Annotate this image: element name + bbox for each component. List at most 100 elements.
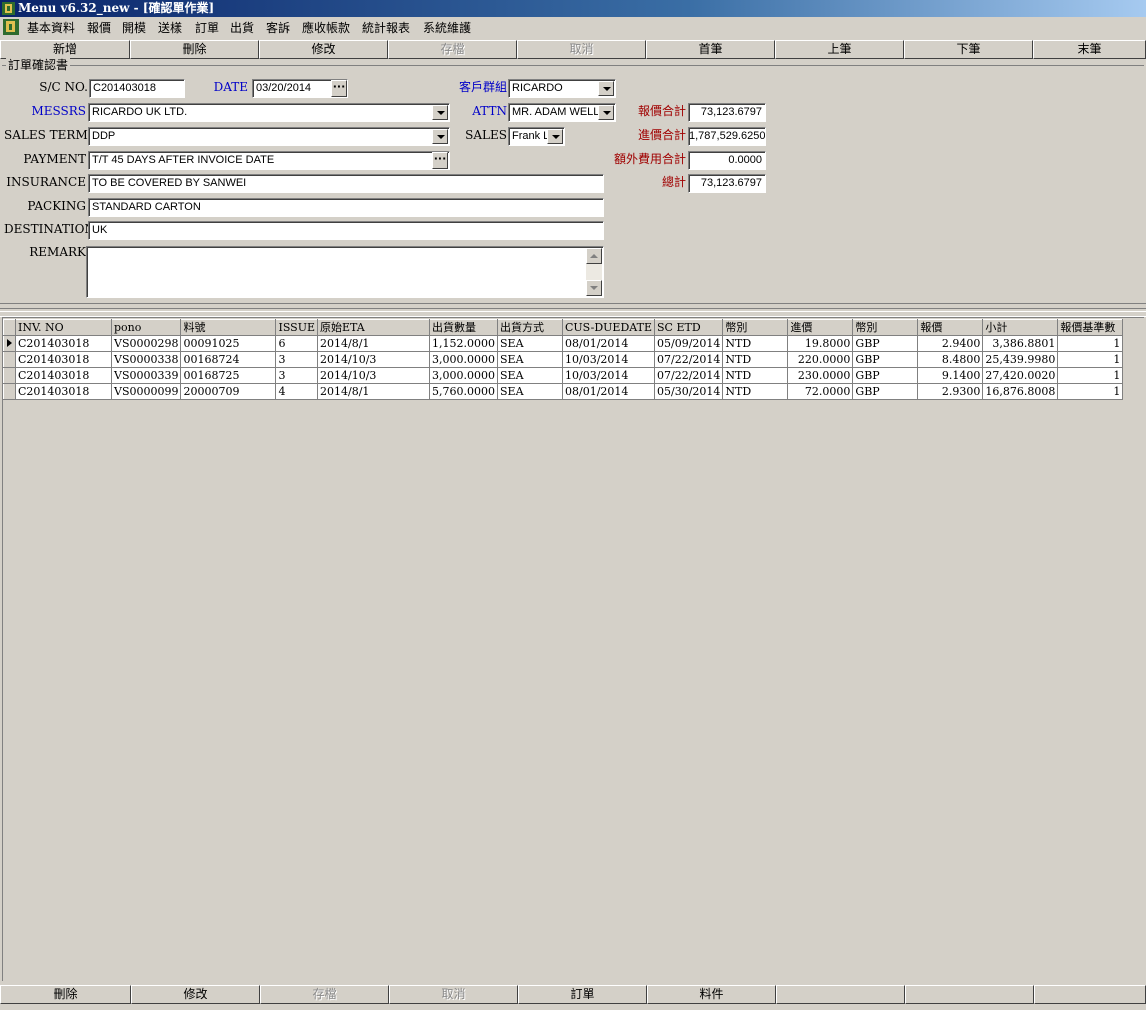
packing-field[interactable]: STANDARD CARTON: [88, 198, 604, 217]
blank-button-2[interactable]: [905, 985, 1034, 1004]
menu-order[interactable]: 訂單: [195, 20, 219, 36]
table-cell[interactable]: 6: [275, 335, 319, 352]
table-cell[interactable]: GBP: [852, 367, 919, 384]
column-header[interactable]: 出貨數量: [429, 319, 498, 336]
payment-picker-button[interactable]: ···: [432, 152, 448, 169]
table-cell[interactable]: 220.0000: [787, 351, 854, 368]
table-cell[interactable]: 05/30/2014: [654, 383, 724, 400]
table-cell[interactable]: 9.1400: [917, 367, 984, 384]
table-cell[interactable]: 07/22/2014: [654, 367, 724, 384]
table-cell[interactable]: 1: [1057, 383, 1124, 400]
table-cell[interactable]: 3,000.0000: [429, 351, 498, 368]
parts-button[interactable]: 料件: [647, 985, 776, 1004]
destination-field[interactable]: UK: [88, 221, 604, 240]
table-cell[interactable]: 00091025: [180, 335, 277, 352]
table-cell[interactable]: NTD: [722, 367, 789, 384]
sc-no-field[interactable]: C201403018: [89, 79, 185, 98]
table-cell[interactable]: VS0000339: [111, 367, 182, 384]
table-cell[interactable]: 10/03/2014: [562, 351, 655, 368]
chevron-down-icon[interactable]: [432, 105, 448, 120]
menu-shipment[interactable]: 出貨: [230, 20, 254, 36]
detail-delete-button[interactable]: 刪除: [0, 985, 131, 1004]
date-picker-button[interactable]: ···: [331, 80, 347, 97]
messrs-select[interactable]: RICARDO UK LTD.: [88, 103, 450, 122]
column-header[interactable]: SC ETD: [653, 319, 724, 336]
detail-edit-button[interactable]: 修改: [131, 985, 260, 1004]
table-row[interactable]: C201403018 VS0000099 20000709 4 2014/8/1…: [3, 383, 1124, 400]
panel-splitter[interactable]: [0, 303, 1146, 317]
chevron-down-icon[interactable]: [598, 81, 614, 96]
table-row[interactable]: C201403018 VS0000338 00168724 3 2014/10/…: [3, 351, 1124, 368]
insurance-field[interactable]: TO BE COVERED BY SANWEI: [88, 174, 604, 193]
remark-scrollbar[interactable]: [586, 248, 602, 296]
column-header[interactable]: pono: [110, 319, 182, 336]
table-cell[interactable]: 08/01/2014: [562, 383, 655, 400]
row-selector[interactable]: [3, 367, 16, 384]
table-cell[interactable]: 10/03/2014: [562, 367, 655, 384]
delete-button[interactable]: 刪除: [130, 40, 259, 59]
add-button[interactable]: 新增: [0, 40, 130, 59]
table-cell[interactable]: GBP: [852, 351, 919, 368]
table-cell[interactable]: NTD: [722, 351, 789, 368]
remark-textarea[interactable]: [86, 246, 604, 298]
payment-field[interactable]: T/T 45 DAYS AFTER INVOICE DATE: [88, 151, 450, 170]
row-selector[interactable]: [3, 351, 16, 368]
table-cell[interactable]: 2.9300: [917, 383, 984, 400]
table-cell[interactable]: 07/22/2014: [654, 351, 724, 368]
next-record-button[interactable]: 下筆: [904, 40, 1033, 59]
table-cell[interactable]: VS0000298: [111, 335, 182, 352]
table-cell[interactable]: 5,760.0000: [429, 383, 498, 400]
app-menu-icon[interactable]: [3, 19, 19, 35]
table-cell[interactable]: 72.0000: [787, 383, 854, 400]
table-cell[interactable]: 08/01/2014: [562, 335, 655, 352]
table-cell[interactable]: GBP: [852, 335, 919, 352]
table-cell[interactable]: 1: [1057, 351, 1124, 368]
row-selector[interactable]: [3, 383, 16, 400]
table-cell[interactable]: 25,439.9980: [982, 351, 1059, 368]
table-cell[interactable]: 3: [275, 367, 319, 384]
column-header[interactable]: CUS-DUEDATE: [562, 319, 655, 336]
prev-record-button[interactable]: 上筆: [775, 40, 904, 59]
table-cell[interactable]: SEA: [497, 335, 563, 352]
menu-basic-data[interactable]: 基本資料: [27, 20, 75, 36]
chevron-down-icon[interactable]: [432, 129, 448, 144]
table-cell[interactable]: 00168724: [180, 351, 277, 368]
table-cell[interactable]: 3: [275, 351, 319, 368]
table-cell[interactable]: 1,152.0000: [429, 335, 498, 352]
table-cell[interactable]: 2.9400: [917, 335, 984, 352]
table-cell[interactable]: SEA: [497, 367, 563, 384]
menu-sample[interactable]: 送樣: [158, 20, 182, 36]
table-cell[interactable]: 1: [1057, 335, 1124, 352]
table-row[interactable]: C201403018 VS0000298 00091025 6 2014/8/1…: [3, 335, 1124, 352]
column-header[interactable]: 進價: [787, 319, 854, 336]
menu-receivables[interactable]: 應收帳款: [302, 20, 350, 36]
sales-terms-select[interactable]: DDP: [88, 127, 450, 146]
column-header[interactable]: 報價基準數: [1057, 319, 1124, 336]
table-cell[interactable]: NTD: [722, 383, 789, 400]
table-cell[interactable]: 16,876.8008: [982, 383, 1059, 400]
table-cell[interactable]: GBP: [852, 383, 919, 400]
table-cell[interactable]: SEA: [497, 383, 563, 400]
column-header[interactable]: ISSUE: [275, 319, 319, 336]
table-cell[interactable]: 20000709: [180, 383, 277, 400]
chevron-down-icon[interactable]: [547, 129, 563, 144]
table-cell[interactable]: 3,386.8801: [982, 335, 1059, 352]
table-cell[interactable]: 2014/10/3: [317, 351, 431, 368]
last-record-button[interactable]: 末筆: [1033, 40, 1146, 59]
column-header[interactable]: 出貨方式: [497, 319, 563, 336]
extra-fee-field[interactable]: 0.0000: [688, 151, 766, 170]
table-cell[interactable]: 4: [275, 383, 319, 400]
table-row[interactable]: C201403018 VS0000339 00168725 3 2014/10/…: [3, 367, 1124, 384]
blank-button-1[interactable]: [776, 985, 905, 1004]
menu-quotation[interactable]: 報價: [87, 20, 111, 36]
table-cell[interactable]: 2014/8/1: [317, 383, 431, 400]
cancel-button[interactable]: 取消: [517, 40, 646, 59]
column-header[interactable]: 報價: [917, 319, 984, 336]
table-cell[interactable]: 3,000.0000: [429, 367, 498, 384]
table-cell[interactable]: 05/09/2014: [654, 335, 724, 352]
column-header[interactable]: 幣別: [722, 319, 789, 336]
column-header[interactable]: 小計: [982, 319, 1059, 336]
menu-mold[interactable]: 開模: [122, 20, 146, 36]
table-cell[interactable]: C201403018: [15, 383, 112, 400]
detail-save-button[interactable]: 存檔: [260, 985, 389, 1004]
